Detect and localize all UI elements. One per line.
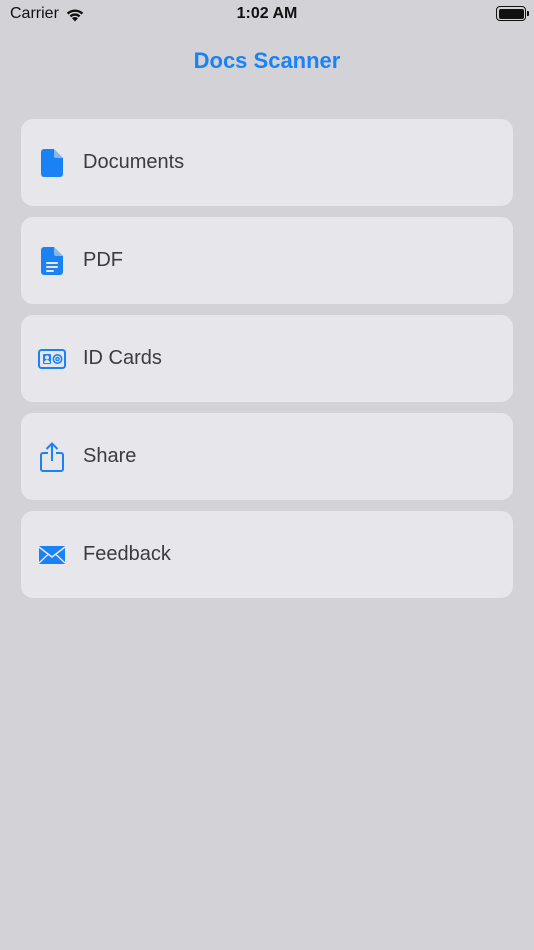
menu-item-pdf[interactable]: PDF [21, 217, 513, 304]
menu-item-feedback[interactable]: Feedback [21, 511, 513, 598]
menu-item-share[interactable]: Share [21, 413, 513, 500]
id-card-icon [38, 343, 66, 375]
main-menu: Documents PDF ID Cards Share Feedback [21, 119, 513, 598]
clock: 1:02 AM [236, 5, 298, 22]
document-icon [38, 147, 66, 179]
menu-item-label: Documents [83, 151, 185, 173]
share-icon [38, 441, 66, 473]
menu-item-label: Share [83, 445, 137, 467]
menu-item-documents[interactable]: Documents [21, 119, 513, 206]
battery-icon [496, 6, 529, 21]
pdf-document-icon [38, 245, 66, 277]
menu-item-label: PDF [83, 249, 123, 271]
menu-item-label: Feedback [83, 543, 171, 565]
menu-item-label: ID Cards [83, 347, 162, 369]
status-bar: Carrier 1:02 AM [0, 0, 534, 28]
menu-item-id-cards[interactable]: ID Cards [21, 315, 513, 402]
envelope-icon [38, 539, 66, 571]
page-title: Docs Scanner [193, 48, 341, 73]
